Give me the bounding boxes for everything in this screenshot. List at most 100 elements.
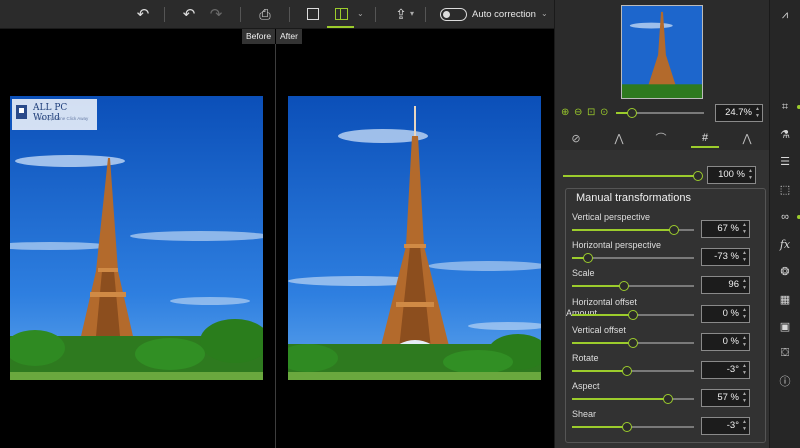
row-value-field[interactable]: -73 % ▲ ▼ bbox=[701, 248, 750, 266]
spinner-icon[interactable]: ▲ ▼ bbox=[742, 222, 747, 236]
chevron-down-icon[interactable]: ▾ bbox=[410, 9, 414, 18]
undo-button[interactable]: ↶ bbox=[132, 4, 154, 24]
row-value-field[interactable]: 0 % ▲ ▼ bbox=[701, 333, 750, 351]
split-view-button[interactable] bbox=[330, 4, 352, 24]
share-button[interactable]: ⇪ bbox=[390, 4, 412, 24]
tool-icon-bar: ⩘ ⌗ ⚗ ☰ ⬚ ∞ fx ❂ ▦ ▣ ⛋ ⓘ bbox=[769, 0, 800, 448]
effects-fx-icon[interactable]: fx bbox=[776, 235, 794, 253]
row-slider-fill bbox=[572, 285, 624, 287]
spinner-icon[interactable]: ▲ ▼ bbox=[742, 363, 747, 377]
crop-icon[interactable]: ⌗ bbox=[776, 98, 794, 116]
toolbar-divider bbox=[375, 7, 376, 22]
adjustments-icon[interactable]: ☰ bbox=[776, 152, 794, 170]
flask-icon[interactable]: ⚗ bbox=[776, 125, 794, 143]
vertical-lines-tab-icon[interactable]: ⋀ bbox=[738, 129, 756, 147]
row-slider-fill bbox=[572, 314, 633, 316]
grid-tab-icon[interactable]: # bbox=[696, 129, 714, 147]
row-value-field[interactable]: 57 % ▲ ▼ bbox=[701, 389, 750, 407]
active-view-indicator bbox=[327, 26, 354, 28]
tool-tabs: ⊘ ⋀ ⌒ # ⋀ bbox=[555, 127, 770, 149]
undo-all-button[interactable]: ↶ bbox=[178, 4, 200, 24]
split-divider[interactable] bbox=[275, 44, 276, 448]
after-image bbox=[288, 96, 541, 380]
zoom-out-icon[interactable]: ⊖ bbox=[574, 107, 582, 118]
toolbar-divider bbox=[240, 7, 241, 22]
row-slider-knob[interactable] bbox=[663, 394, 673, 404]
zoom-value: 24.7% bbox=[725, 107, 752, 118]
row-slider-fill bbox=[572, 426, 627, 428]
amount-slider-knob[interactable] bbox=[693, 171, 703, 181]
undo-all-icon: ↶ bbox=[182, 6, 196, 23]
after-label: After bbox=[276, 29, 302, 44]
row-slider-fill bbox=[572, 229, 674, 231]
amount-value: 100 % bbox=[718, 169, 745, 180]
row-value-field[interactable]: 0 % ▲ ▼ bbox=[701, 305, 750, 323]
frame-icon[interactable]: ▣ bbox=[776, 317, 794, 335]
single-view-button[interactable] bbox=[302, 4, 324, 24]
row-label: Shear bbox=[572, 409, 597, 419]
row-value-field[interactable]: -3° ▲ ▼ bbox=[701, 361, 750, 379]
row-slider-knob[interactable] bbox=[622, 366, 632, 376]
texture-icon[interactable]: ▦ bbox=[776, 290, 794, 308]
spinner-icon[interactable]: ▲ ▼ bbox=[742, 307, 747, 321]
spinner-icon[interactable]: ▲ ▼ bbox=[742, 391, 747, 405]
redo-icon: ↷ bbox=[209, 6, 223, 23]
zoom-in-icon[interactable]: ⊕ bbox=[561, 107, 569, 118]
before-label: Before bbox=[242, 29, 276, 44]
single-view-icon bbox=[307, 8, 319, 20]
zoom-slider-knob[interactable] bbox=[627, 108, 637, 118]
zoom-100-icon[interactable]: ⊙ bbox=[600, 107, 608, 118]
row-value-field[interactable]: 67 % ▲ ▼ bbox=[701, 220, 750, 238]
row-slider-fill bbox=[572, 398, 668, 400]
row-label: Vertical offset bbox=[572, 325, 626, 335]
toggle-knob bbox=[443, 10, 450, 18]
spinner-icon[interactable]: ▲ ▼ bbox=[748, 168, 753, 182]
row-slider-knob[interactable] bbox=[669, 225, 679, 235]
auto-correction-label: Auto correction bbox=[472, 9, 536, 20]
chevron-down-icon[interactable]: ⌄ bbox=[541, 9, 548, 18]
horizon-tab-icon[interactable]: ⌒ bbox=[652, 129, 670, 147]
redo-button[interactable]: ↷ bbox=[205, 4, 227, 24]
spinner-icon[interactable]: ▲ ▼ bbox=[742, 419, 747, 433]
chevron-down-icon[interactable]: ⌄ bbox=[357, 9, 364, 18]
row-value: 67 % bbox=[717, 223, 739, 234]
spinner-icon[interactable]: ▲ ▼ bbox=[742, 250, 747, 264]
row-value-field[interactable]: 96 ▲ ▼ bbox=[701, 276, 750, 294]
row-label: Horizontal offset bbox=[572, 297, 637, 307]
row-slider-knob[interactable] bbox=[622, 422, 632, 432]
navigator-thumbnail[interactable] bbox=[621, 5, 703, 99]
row-label: Vertical perspective bbox=[572, 212, 651, 222]
row-slider-knob[interactable] bbox=[619, 281, 629, 291]
row-value: 96 bbox=[728, 279, 739, 290]
row-slider-fill bbox=[572, 342, 633, 344]
histogram-panel-icon[interactable]: ⩘ bbox=[776, 6, 794, 24]
color-circles-icon[interactable]: ❂ bbox=[776, 262, 794, 280]
spinner-icon[interactable]: ▲ ▼ bbox=[742, 335, 747, 349]
zoom-controls: ⊕ ⊖ ⊡ ⊙ 24.7% ▲ ▼ bbox=[559, 104, 767, 122]
zoom-value-field[interactable]: 24.7% ▲ ▼ bbox=[715, 104, 763, 122]
spinner-icon[interactable]: ▲ ▼ bbox=[755, 106, 760, 120]
amount-slider-fill bbox=[563, 175, 698, 177]
top-toolbar: ↶ ↶ ↷ ⎙ ⌄ ⇪ ▾ Auto correction ⌄ bbox=[0, 0, 554, 29]
row-label: Rotate bbox=[572, 353, 599, 363]
spinner-icon[interactable]: ▲ ▼ bbox=[742, 278, 747, 292]
glasses-icon[interactable]: ∞ bbox=[776, 208, 794, 226]
zoom-fit-icon[interactable]: ⊡ bbox=[587, 107, 595, 118]
auto-correction-toggle[interactable] bbox=[440, 8, 467, 21]
row-label: Aspect bbox=[572, 381, 600, 391]
before-image bbox=[10, 96, 263, 380]
lens-tab-icon[interactable]: ⊘ bbox=[567, 129, 585, 147]
undo-icon: ↶ bbox=[136, 6, 150, 23]
row-slider-knob[interactable] bbox=[628, 310, 638, 320]
selection-icon[interactable]: ⬚ bbox=[776, 180, 794, 198]
row-slider-knob[interactable] bbox=[628, 338, 638, 348]
print-button[interactable]: ⎙ bbox=[254, 4, 276, 24]
perspective-tab-icon[interactable]: ⋀ bbox=[610, 129, 628, 147]
amount-value-field[interactable]: 100 % ▲ ▼ bbox=[707, 166, 756, 184]
row-value-field[interactable]: -3° ▲ ▼ bbox=[701, 417, 750, 435]
info-icon[interactable]: ⓘ bbox=[776, 372, 794, 390]
paint-bucket-icon[interactable]: ⛋ bbox=[776, 344, 794, 362]
row-label: Horizontal perspective bbox=[572, 240, 662, 250]
row-value: 0 % bbox=[722, 336, 739, 347]
row-slider-knob[interactable] bbox=[583, 253, 593, 263]
